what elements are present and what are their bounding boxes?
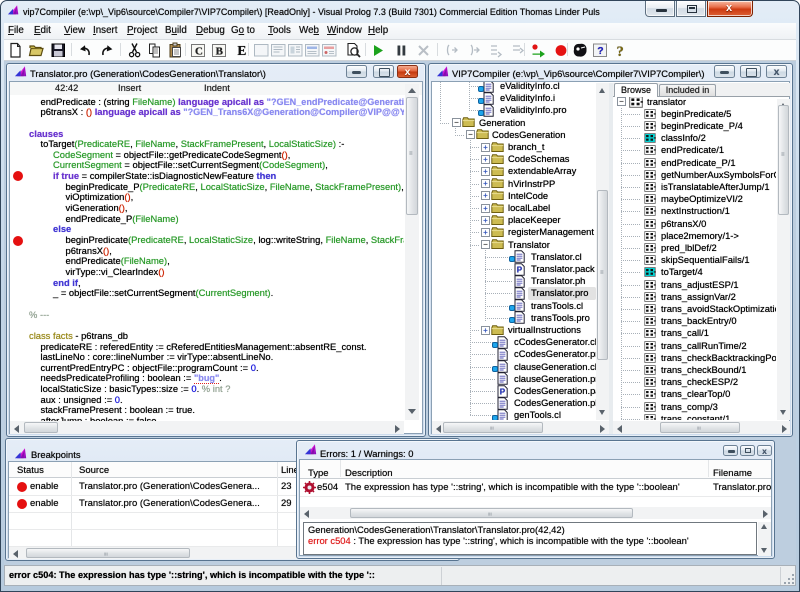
svg-text:C: C bbox=[195, 46, 203, 58]
svg-text:P: P bbox=[517, 265, 523, 274]
svg-text:?: ? bbox=[617, 44, 624, 59]
svg-text:E: E bbox=[237, 43, 246, 58]
svg-text:B: B bbox=[216, 46, 224, 58]
svg-text:?: ? bbox=[597, 45, 603, 57]
svg-text:P: P bbox=[500, 387, 506, 396]
